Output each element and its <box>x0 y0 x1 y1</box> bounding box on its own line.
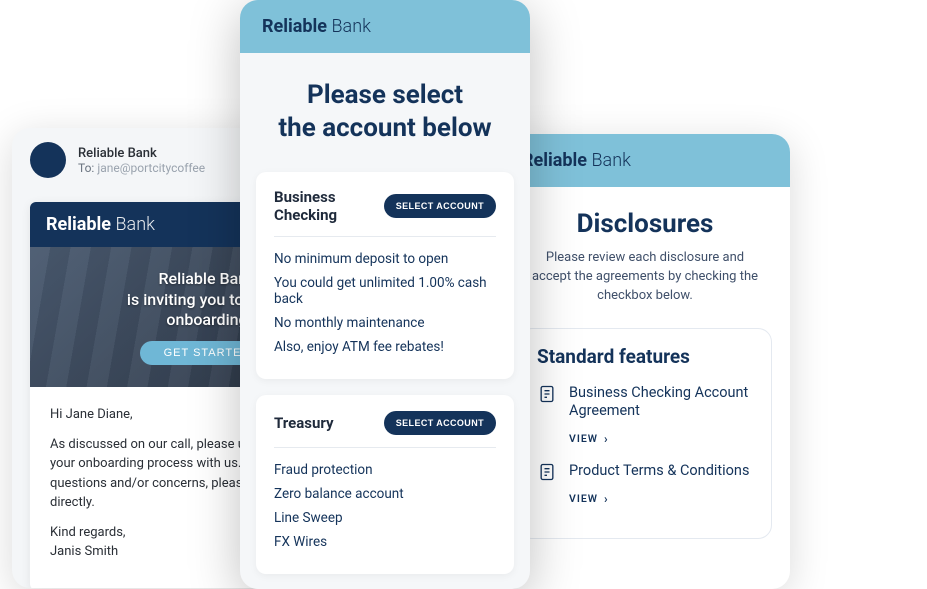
disclosure-doc-item: Product Terms & Conditions VIEW › <box>537 462 753 506</box>
select-account-button[interactable]: SELECT ACCOUNT <box>384 411 496 435</box>
account-option-treasury: Treasury SELECT ACCOUNT Fraud protection… <box>256 395 514 574</box>
option-feature: FX Wires <box>274 534 496 550</box>
option-feature: No minimum deposit to open <box>274 251 496 267</box>
option-feature: Also, enjoy ATM fee rebates! <box>274 339 496 355</box>
option-title: Business Checking <box>274 188 384 224</box>
option-feature: Zero balance account <box>274 486 496 502</box>
disclosures-card: Reliable Bank Disclosures Please review … <box>500 134 790 589</box>
brand-logo: Reliable Bank <box>522 150 768 171</box>
select-account-card: Reliable Bank Please select the account … <box>240 0 530 589</box>
doc-title: Business Checking Account Agreement <box>569 384 753 422</box>
disclosures-topbar: Reliable Bank <box>500 134 790 187</box>
disclosures-header: Disclosures Please review each disclosur… <box>500 187 790 306</box>
option-feature: Line Sweep <box>274 510 496 526</box>
select-heading: Please select the account below <box>240 53 530 172</box>
chevron-right-icon: › <box>604 432 609 446</box>
view-link[interactable]: VIEW › <box>569 492 609 506</box>
account-option-business-checking: Business Checking SELECT ACCOUNT No mini… <box>256 172 514 379</box>
brand-logo: Reliable Bank <box>262 16 508 37</box>
email-from: Reliable Bank <box>78 146 205 161</box>
option-feature: Fraud protection <box>274 462 496 478</box>
avatar <box>30 142 66 178</box>
document-icon <box>537 384 559 447</box>
document-icon <box>537 462 559 506</box>
select-account-button[interactable]: SELECT ACCOUNT <box>384 194 496 218</box>
disclosures-panel: Standard features Business Checking Acco… <box>518 328 772 540</box>
select-topbar: Reliable Bank <box>240 0 530 53</box>
email-to: To: jane@portcitycoffee <box>78 161 205 175</box>
disclosure-doc-item: Business Checking Account Agreement VIEW… <box>537 384 753 447</box>
option-title: Treasury <box>274 414 334 432</box>
disclosures-panel-title: Standard features <box>537 345 753 368</box>
option-feature: No monthly maintenance <box>274 315 496 331</box>
disclosures-title: Disclosures <box>530 209 760 239</box>
chevron-right-icon: › <box>604 492 609 506</box>
disclosures-subtitle: Please review each disclosure and accept… <box>530 249 760 306</box>
option-feature: You could get unlimited 1.00% cash back <box>274 275 496 307</box>
doc-title: Product Terms & Conditions <box>569 462 753 481</box>
view-link[interactable]: VIEW › <box>569 432 609 446</box>
